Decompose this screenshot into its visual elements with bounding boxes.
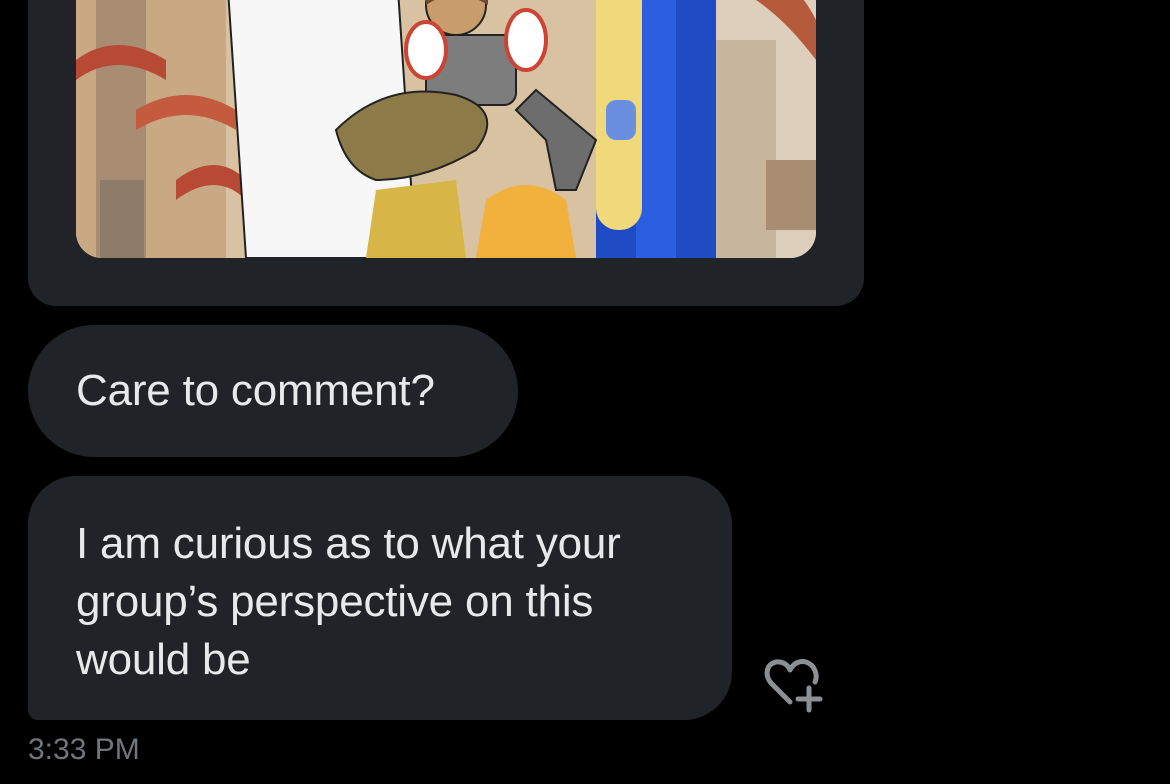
add-reaction-button[interactable] — [760, 656, 824, 716]
message-text: Care to comment? — [76, 366, 435, 415]
illustration-art — [76, 0, 816, 258]
message-bubble[interactable]: I am curious as to what your group’s per… — [28, 476, 732, 720]
message-text: I am curious as to what your group’s per… — [76, 519, 621, 684]
message-bubble[interactable]: Care to comment? — [28, 325, 518, 457]
message-timestamp: 3:33 PM — [28, 733, 140, 766]
shared-illustration-image[interactable] — [76, 0, 816, 258]
image-message-bubble[interactable] — [28, 0, 864, 306]
heart-plus-icon — [764, 659, 823, 713]
